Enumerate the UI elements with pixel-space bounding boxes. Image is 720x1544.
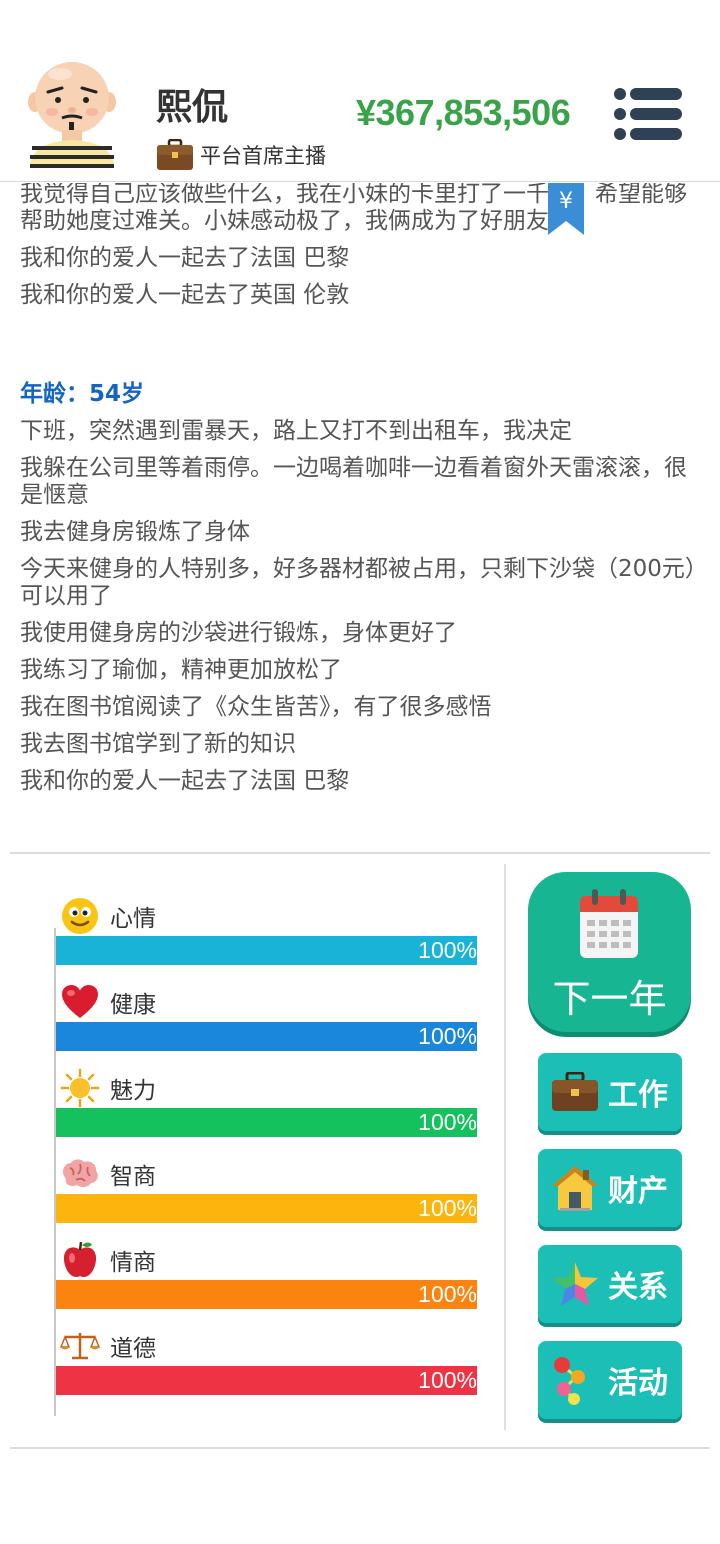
apple-icon: [60, 1240, 100, 1280]
stat-bar-fill: [56, 1108, 477, 1137]
header: 熙侃 平台首席主播 ¥367,853,506: [0, 0, 720, 182]
menu-icon[interactable]: [612, 86, 684, 142]
stat-percent: 100%: [418, 937, 477, 963]
stat-health: 健康 100%: [56, 982, 477, 1068]
next-year-label: 下一年: [552, 977, 667, 1021]
stat-label: 智商: [110, 1164, 156, 1190]
divider: [10, 1447, 710, 1449]
job-title-row: 平台首席主播: [156, 137, 326, 173]
divider: [504, 864, 506, 1430]
stat-morality: 道德 100%: [56, 1326, 477, 1412]
job-title: 平台首席主播: [200, 144, 326, 168]
divider: [10, 852, 710, 854]
log-entry: 我去健身房锻炼了身体: [20, 519, 250, 545]
stat-percent: 100%: [418, 1367, 477, 1393]
next-year-button[interactable]: 下一年: [528, 872, 691, 1032]
activities-button[interactable]: 活动: [538, 1341, 682, 1419]
log-entry: 我和你的爱人一起去了英国 伦敦: [20, 282, 350, 308]
property-button[interactable]: 财产: [538, 1149, 682, 1227]
briefcase-icon: [157, 139, 193, 170]
smiley-icon: [60, 896, 100, 936]
log-entry: 我觉得自己应该做些什么，我在小妹的卡里打了一千元，希望能够帮助她度过难关。小妹感…: [20, 183, 687, 234]
log-entry: 我在图书馆阅读了《众生皆苦》，有了很多感悟: [20, 694, 492, 720]
stat-bar: 100%: [56, 1366, 477, 1395]
log-entry: 下班，突然遇到雷暴天，路上又打不到出租车，我决定: [20, 418, 572, 444]
heart-icon: [60, 982, 100, 1022]
life-log[interactable]: 我觉得自己应该做些什么，我在小妹的卡里打了一千元，希望能够帮助她度过难关。小妹感…: [0, 183, 720, 851]
stat-label: 魅力: [110, 1078, 156, 1104]
stat-bar-fill: [56, 1194, 477, 1223]
age-heading: 年龄：54岁: [20, 381, 145, 407]
activities-label: 活动: [608, 1366, 668, 1401]
calendar-icon: [580, 889, 638, 958]
bookmark-yuan-icon[interactable]: ¥: [548, 183, 584, 235]
stat-percent: 100%: [418, 1281, 477, 1307]
log-entry: 我躲在公司里等着雨停。一边喝着咖啡一边看着窗外天雷滚滚，很是惬意: [20, 455, 687, 508]
stat-label: 道德: [110, 1336, 156, 1362]
property-label: 财产: [608, 1174, 668, 1209]
stat-percent: 100%: [418, 1023, 477, 1049]
stat-bar-fill: [56, 1366, 477, 1395]
stat-bar-fill: [56, 936, 477, 965]
activity-dots-icon: [550, 1355, 600, 1405]
brain-icon: [60, 1154, 100, 1194]
stat-bar-fill: [56, 1022, 477, 1051]
log-entry: 我使用健身房的沙袋进行锻炼，身体更好了: [20, 620, 457, 646]
house-icon: [550, 1163, 600, 1213]
log-entry: 今天来健身的人特别多，好多器材都被占用，只剩下沙袋（200元）可以用了: [20, 556, 697, 609]
scales-icon: [60, 1326, 100, 1366]
stat-eq: 情商 100%: [56, 1240, 477, 1326]
log-entry: 我和你的爱人一起去了法国 巴黎: [20, 245, 350, 271]
stat-iq: 智商 100%: [56, 1154, 477, 1240]
stat-label: 情商: [110, 1250, 156, 1276]
star-icon: [550, 1259, 600, 1309]
work-button[interactable]: 工作: [538, 1053, 682, 1131]
stat-mood: 心情 100%: [56, 896, 477, 982]
relations-button[interactable]: 关系: [538, 1245, 682, 1323]
stat-bar: 100%: [56, 1280, 477, 1309]
money-balance: ¥367,853,506: [356, 92, 571, 133]
stat-bar: 100%: [56, 936, 477, 965]
stat-label: 健康: [110, 992, 156, 1018]
stat-label: 心情: [110, 906, 156, 932]
briefcase-icon: [550, 1067, 600, 1117]
stat-charm: 魅力 100%: [56, 1068, 477, 1154]
work-label: 工作: [608, 1078, 668, 1113]
stat-bar: 100%: [56, 1194, 477, 1223]
stat-percent: 100%: [418, 1109, 477, 1135]
avatar[interactable]: [26, 60, 118, 168]
log-entry: 我去图书馆学到了新的知识: [20, 731, 296, 757]
username: 熙侃: [156, 87, 229, 128]
stat-bar: 100%: [56, 1022, 477, 1051]
bookmark-symbol: ¥: [559, 189, 573, 214]
stat-bar-fill: [56, 1280, 477, 1309]
relations-label: 关系: [608, 1270, 668, 1305]
stat-percent: 100%: [418, 1195, 477, 1221]
log-entry: 我和你的爱人一起去了法国 巴黎: [20, 768, 350, 794]
log-entry: 我练习了瑜伽，精神更加放松了: [20, 657, 342, 683]
sun-icon: [60, 1068, 100, 1108]
stat-bar: 100%: [56, 1108, 477, 1137]
